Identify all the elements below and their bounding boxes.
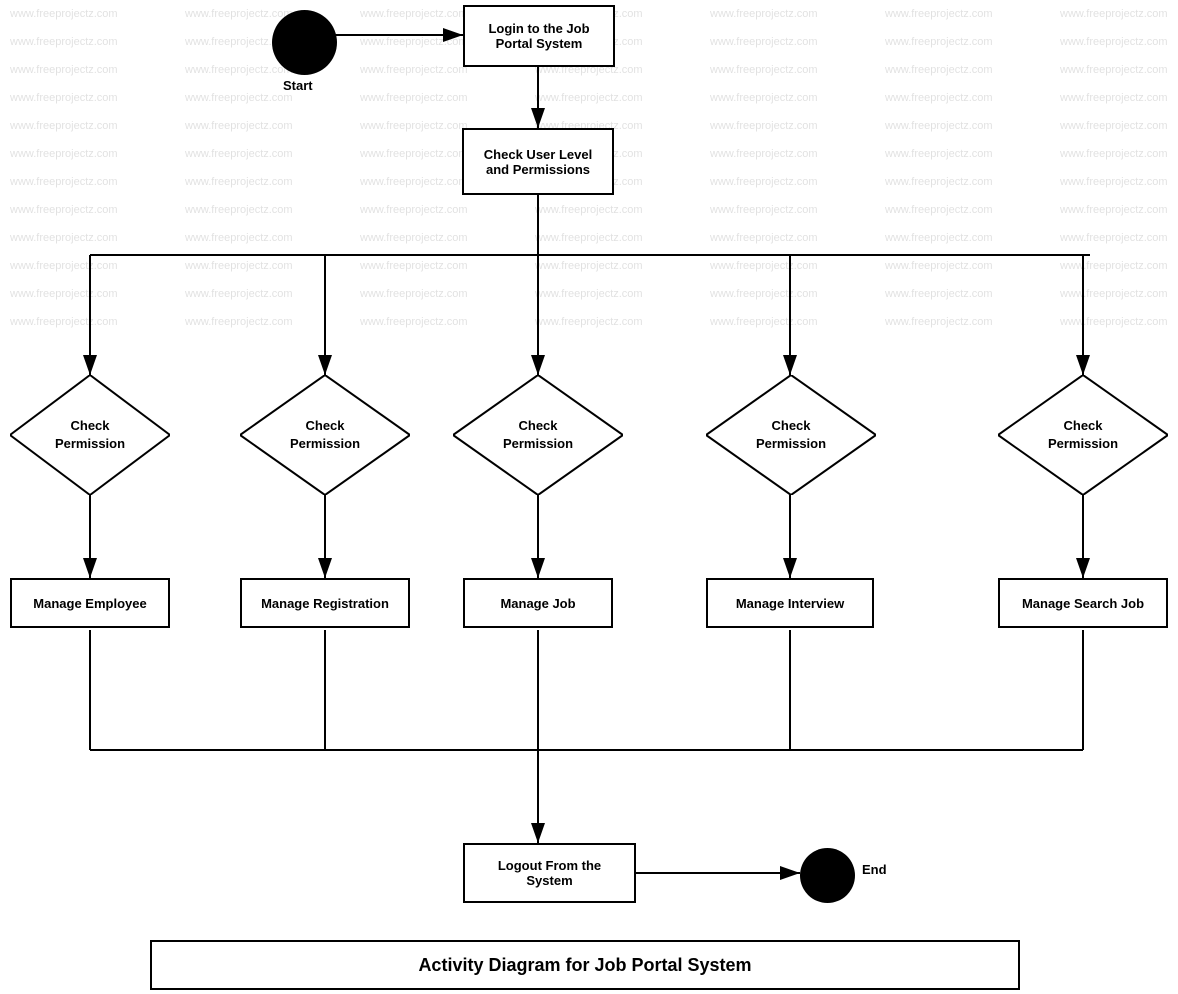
svg-text:Check: Check [518,418,558,433]
svg-text:Check: Check [771,418,811,433]
manage-employee-node: Manage Employee [10,578,170,628]
svg-text:Permission: Permission [503,436,573,451]
start-label: Start [283,78,313,93]
check-user-level-node: Check User Level and Permissions [462,128,614,195]
end-node [800,848,855,903]
diamond-1: Check Permission [10,375,170,495]
logout-node: Logout From the System [463,843,636,903]
svg-text:Permission: Permission [756,436,826,451]
diamond-3: Check Permission [453,375,623,495]
diamond-2: Check Permission [240,375,410,495]
svg-text:Check: Check [70,418,110,433]
svg-text:Check: Check [305,418,345,433]
svg-text:Permission: Permission [1048,436,1118,451]
start-node [272,10,337,75]
manage-job-node: Manage Job [463,578,613,628]
manage-registration-node: Manage Registration [240,578,410,628]
svg-text:Permission: Permission [290,436,360,451]
diamond-4: Check Permission [706,375,876,495]
end-label: End [862,862,887,877]
manage-interview-node: Manage Interview [706,578,874,628]
diamond-5: Check Permission [998,375,1168,495]
svg-text:Check: Check [1063,418,1103,433]
svg-text:Permission: Permission [55,436,125,451]
login-node: Login to the Job Portal System [463,5,615,67]
diagram: Start Login to the Job Portal System Che… [0,0,1178,994]
diagram-title: Activity Diagram for Job Portal System [150,940,1020,990]
manage-search-job-node: Manage Search Job [998,578,1168,628]
